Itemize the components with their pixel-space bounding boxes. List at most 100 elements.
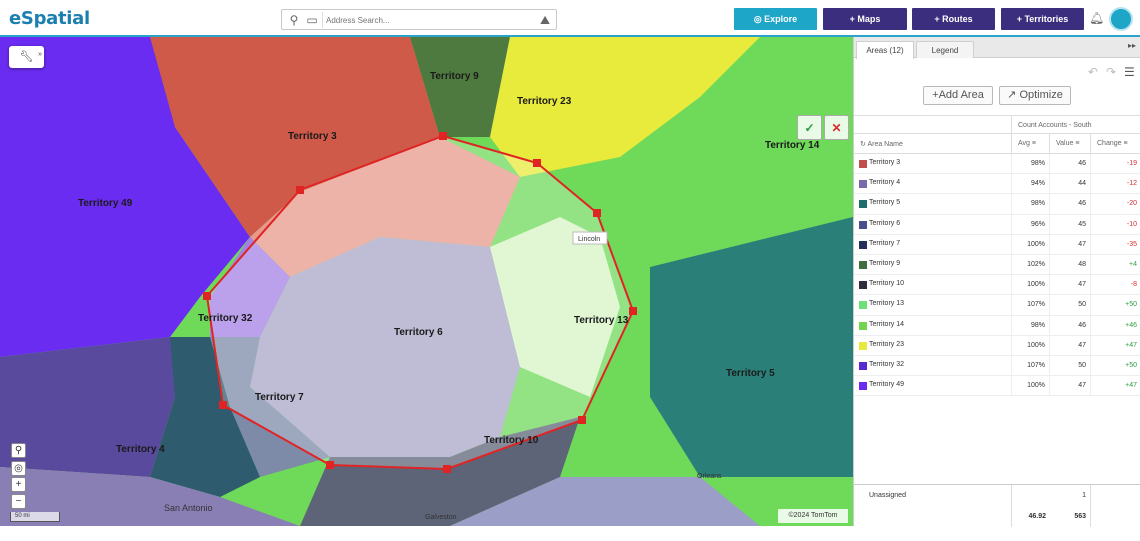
explore-button[interactable]: ◎ Explore (734, 8, 817, 30)
table-row[interactable]: Territory 3 98% 46 -19 (854, 154, 1140, 175)
table-row[interactable]: Territory 5 98% 46 -20 (854, 194, 1140, 215)
trend-icon: ↗ (1007, 89, 1020, 101)
value-cell: 46 (1049, 154, 1090, 174)
collapse-panel-icon[interactable]: ▸▸ (1128, 41, 1136, 50)
avg-cell: 98% (1011, 315, 1049, 336)
value-cell: 47 (1049, 376, 1090, 397)
table-row[interactable]: Territory 23 100% 47 +47 (854, 335, 1140, 356)
color-swatch (859, 281, 867, 290)
area-name[interactable]: Territory 4 (869, 179, 900, 186)
map-label: Territory 10 (484, 435, 539, 446)
table-row[interactable]: Territory 49 100% 47 +47 (854, 376, 1140, 397)
area-name-header-label: Area Name (867, 141, 903, 148)
chat-icon[interactable]: ▭ (303, 12, 321, 28)
area-name[interactable]: Territory 32 (869, 361, 904, 368)
total-value: 563 (1074, 513, 1086, 520)
cancel-polygon-button[interactable]: ✕ (824, 115, 849, 140)
add-area-button[interactable]: +Add Area (923, 86, 993, 105)
avg-cell: 96% (1011, 214, 1049, 235)
divider (1090, 485, 1091, 527)
tab-legend[interactable]: Legend (916, 41, 974, 58)
change-cell: +46 (1090, 315, 1140, 336)
change-cell: +47 (1090, 335, 1140, 356)
unassigned-label: Unassigned (869, 492, 906, 499)
value-header-label: Value (1056, 140, 1074, 147)
locate-button[interactable]: ◎ (11, 461, 26, 476)
check-icon: ✓ (804, 121, 815, 135)
map-canvas[interactable]: Territory 9 Territory 23 Territory 3 Ter… (0, 37, 853, 526)
zoom-out-button[interactable]: − (11, 494, 26, 509)
column-menu-icon: ≡ (1075, 140, 1080, 147)
redo-icon[interactable]: ↷ (1106, 65, 1116, 79)
optimize-button[interactable]: ↗ Optimize (999, 86, 1071, 105)
zoom-in-button[interactable]: + (11, 477, 26, 492)
table-row[interactable]: Territory 7 100% 47 -35 (854, 234, 1140, 255)
area-name[interactable]: Territory 10 (869, 280, 904, 287)
color-swatch (859, 160, 867, 168)
avg-cell: 100% (1011, 376, 1049, 397)
compass-icon: ◎ (753, 14, 765, 24)
area-name[interactable]: Territory 13 (869, 300, 904, 307)
value-cell: 48 (1049, 254, 1090, 275)
areas-panel: Areas (12) Legend ▸▸ ↶ ↷ ☰ +Add Area ↗ O… (853, 37, 1140, 527)
map-label: Territory 23 (517, 96, 572, 107)
map-label: Territory 14 (765, 140, 820, 151)
table-row[interactable]: Territory 13 107% 50 +50 (854, 295, 1140, 316)
confirm-polygon-button[interactable]: ✓ (797, 115, 822, 140)
app-logo[interactable]: eSpatial (9, 8, 90, 29)
maps-button[interactable]: + Maps (823, 8, 907, 30)
divider (1011, 485, 1012, 527)
table-row[interactable]: Territory 9 102% 48 +4 (854, 254, 1140, 276)
table-row[interactable]: Territory 14 98% 46 +46 (854, 315, 1140, 336)
map-label: Territory 9 (430, 71, 479, 82)
avg-cell: 98% (1011, 194, 1049, 215)
explore-label: Explore (764, 14, 798, 24)
area-name[interactable]: Territory 6 (869, 220, 900, 227)
notification-bell-icon[interactable]: 🔔︎ (1089, 11, 1104, 25)
change-cell: -10 (1090, 214, 1140, 235)
color-swatch (859, 361, 867, 370)
panel-tabbar: Areas (12) Legend ▸▸ (854, 37, 1140, 59)
close-icon: ✕ (831, 121, 842, 135)
user-avatar[interactable] (1109, 7, 1133, 31)
value-header[interactable]: Value ≡ (1049, 134, 1090, 154)
area-name[interactable]: Territory 9 (869, 260, 900, 267)
area-name[interactable]: Territory 7 (869, 240, 900, 247)
avg-header[interactable]: Avg ≡ (1011, 134, 1049, 154)
zoom-search-button[interactable]: ⚲ (11, 443, 26, 458)
table-row[interactable]: Territory 10 100% 47 -8 (854, 275, 1140, 296)
metric-group-label: Count Accounts - South (1011, 116, 1140, 135)
table-row[interactable]: Territory 32 107% 50 +50 (854, 355, 1140, 377)
area-name[interactable]: Territory 49 (869, 381, 904, 388)
map-copyright: ©2024 TomTom (778, 509, 848, 523)
value-cell: 47 (1049, 275, 1090, 296)
pin-search-icon[interactable]: ⚲ (285, 12, 303, 28)
address-search-input[interactable] (322, 12, 532, 28)
table-row[interactable]: Territory 6 96% 45 -10 (854, 214, 1140, 235)
map-tools-button[interactable]: 🔧︎ » (9, 46, 44, 68)
tab-areas[interactable]: Areas (12) (856, 41, 914, 59)
table-row[interactable]: Territory 4 94% 44 -12 (854, 174, 1140, 195)
value-cell: 46 (1049, 315, 1090, 336)
avg-cell: 100% (1011, 275, 1049, 296)
area-name[interactable]: Territory 5 (869, 199, 900, 206)
change-cell: +50 (1090, 295, 1140, 316)
unassigned-value: 1 (1082, 492, 1086, 499)
change-header-label: Change (1097, 140, 1122, 147)
area-name-header[interactable]: ↻ Area Name (860, 140, 903, 148)
column-menu-icon: ≡ (1031, 140, 1036, 147)
area-name[interactable]: Territory 23 (869, 341, 904, 348)
territories-button[interactable]: + Territories (1001, 8, 1084, 30)
territory-map[interactable]: Territory 9 Territory 23 Territory 3 Ter… (0, 37, 853, 526)
change-cell: -19 (1090, 154, 1140, 174)
menu-icon[interactable]: ☰ (1124, 65, 1135, 79)
routes-button[interactable]: + Routes (912, 8, 995, 30)
chevron-right-icon: » (38, 51, 42, 58)
optimize-label: Optimize (1019, 89, 1063, 101)
change-header[interactable]: Change ≡ (1090, 134, 1140, 154)
change-cell: +47 (1090, 376, 1140, 397)
area-name[interactable]: Territory 3 (869, 159, 900, 166)
area-name[interactable]: Territory 14 (869, 321, 904, 328)
undo-icon[interactable]: ↶ (1088, 65, 1098, 79)
search-settings-icon[interactable]: ⛰ (536, 12, 554, 28)
